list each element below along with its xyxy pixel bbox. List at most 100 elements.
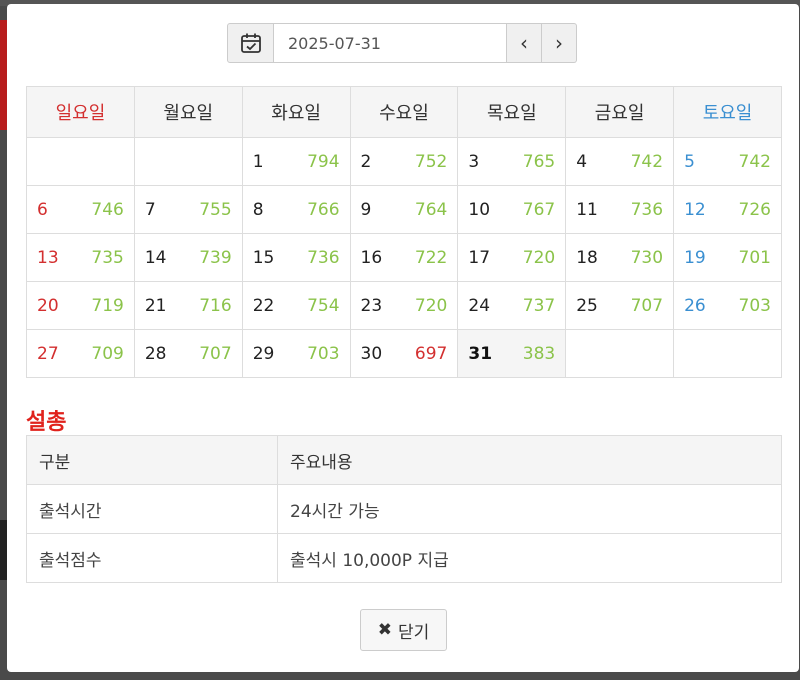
prev-month-button[interactable]: ‹ <box>507 23 542 63</box>
calendar-day-number: 8 <box>252 199 264 220</box>
calendar-week-row: 6 746 7 755 8 766 9 764 10 767 11 736 12 726 <box>26 185 782 234</box>
calendar-day-number: 12 <box>684 199 706 220</box>
close-x-icon: ✖ <box>377 620 392 640</box>
calendar-day-number: 25 <box>576 295 598 316</box>
attendance-count: 735 <box>91 247 124 268</box>
info-label-attendance-points: 출석점수 <box>26 533 278 583</box>
info-value-attendance-points: 출석시 10,000P 지급 <box>277 533 782 583</box>
calendar-body: 1 794 2 752 3 765 4 742 5 742 6 746 7 755 8 766 9 764 10 76… <box>26 137 782 378</box>
close-button[interactable]: ✖ 닫기 <box>360 609 447 651</box>
next-month-button[interactable]: › <box>542 23 577 63</box>
attendance-count: 730 <box>630 247 664 268</box>
attendance-count: 722 <box>414 247 448 268</box>
attendance-count: 754 <box>307 295 340 316</box>
calendar-day-cell: 3 765 <box>457 137 567 186</box>
calendar-week-row: 1 794 2 752 3 765 4 742 5 742 <box>26 137 782 186</box>
calendar-day-cell: 27 709 <box>26 329 135 378</box>
calendar-day-cell: 5 742 <box>673 137 782 186</box>
calendar-day-content: 17 720 <box>468 248 555 268</box>
calendar-day-content: 8 766 <box>253 200 340 220</box>
calendar-day-number: 17 <box>468 247 491 268</box>
calendar-day-cell: 24 737 <box>457 281 567 330</box>
calendar-week-row: 20 719 21 716 22 754 23 720 24 737 25 707 26 703 <box>26 281 782 330</box>
calendar-day-cell: 28 707 <box>133 329 243 378</box>
calendar-day-cell: 19 701 <box>673 233 782 282</box>
calendar-day-content: 10 767 <box>468 200 555 220</box>
attendance-count: 742 <box>738 151 771 172</box>
attendance-count: 755 <box>199 199 232 220</box>
weekday-saturday: 토요일 <box>673 86 782 138</box>
calendar-day-content: 25 707 <box>576 296 663 316</box>
calendar-day-cell: 11 736 <box>565 185 675 234</box>
attendance-count: 707 <box>630 295 664 316</box>
calendar-day-number: 26 <box>684 295 706 316</box>
date-input[interactable] <box>274 23 507 63</box>
calendar-day-content: 19 701 <box>684 248 771 268</box>
attendance-count: 697 <box>414 343 448 364</box>
chevron-right-icon: › <box>555 31 563 55</box>
table-row: 출석점수 출석시 10,000P 지급 <box>26 533 782 583</box>
attendance-count: 794 <box>307 151 340 172</box>
calendar-day-content: 29 703 <box>253 344 340 364</box>
calendar-day-number: 14 <box>144 247 167 268</box>
calendar-day-content: 12 726 <box>684 200 771 220</box>
calendar-button[interactable] <box>227 23 274 63</box>
calendar-day-number: 22 <box>252 295 275 316</box>
calendar-day-number: 13 <box>37 247 59 268</box>
calendar-day-cell: 7 755 <box>133 185 243 234</box>
attendance-count: 720 <box>522 247 556 268</box>
weekday-header-row: 일요일 월요일 화요일 수요일 목요일 금요일 토요일 <box>26 86 782 138</box>
calendar-day-cell: 12 726 <box>673 185 782 234</box>
calendar-day-cell: 10 767 <box>457 185 567 234</box>
calendar-day-number: 21 <box>144 295 167 316</box>
calendar-day-cell: 17 720 <box>457 233 567 282</box>
calendar-day-number: 19 <box>684 247 706 268</box>
attendance-count: 766 <box>307 199 340 220</box>
calendar-day-content: 28 707 <box>145 344 232 364</box>
attendance-count: 739 <box>199 247 232 268</box>
calendar-day-cell: 21 716 <box>133 281 243 330</box>
attendance-count: 737 <box>522 295 556 316</box>
calendar-day-number: 7 <box>144 199 156 220</box>
calendar-day-content: 23 720 <box>361 296 448 316</box>
calendar-day-content: 27 709 <box>37 344 124 364</box>
calendar-day-cell: 16 722 <box>349 233 459 282</box>
calendar-empty-cell <box>26 137 135 186</box>
calendar-day-cell: 4 742 <box>565 137 675 186</box>
attendance-count: 764 <box>414 199 448 220</box>
calendar-day-content: 30 697 <box>361 344 448 364</box>
calendar-day-cell: 22 754 <box>241 281 351 330</box>
attendance-count: 709 <box>91 343 124 364</box>
calendar-day-number: 1 <box>252 151 264 172</box>
calendar-day-content: 5 742 <box>684 152 771 172</box>
weekday-monday: 월요일 <box>133 86 243 138</box>
calendar-day-number: 29 <box>252 343 275 364</box>
attendance-count: 746 <box>91 199 124 220</box>
attendance-count: 703 <box>307 343 340 364</box>
calendar-day-content: 6 746 <box>37 200 124 220</box>
calendar-day-content: 21 716 <box>145 296 232 316</box>
attendance-modal: ‹ › 일요일 월요일 화요일 수요일 목요일 금요일 토요일 17942752… <box>7 4 799 672</box>
attendance-info-table: 구분 주요내용 출석시간 24시간 가능 출석점수 출석시 10,000P 지급 <box>26 435 782 583</box>
calendar-day-number: 10 <box>468 199 491 220</box>
calendar-day-number: 11 <box>576 199 598 220</box>
calendar-day-number: 15 <box>252 247 275 268</box>
calendar-day-content: 9 764 <box>361 200 448 220</box>
calendar-day-cell: 6 746 <box>26 185 135 234</box>
calendar-day-content: 7 755 <box>145 200 232 220</box>
calendar-day-number: 2 <box>360 151 372 172</box>
attendance-count: 719 <box>91 295 124 316</box>
calendar-day-cell: 26 703 <box>673 281 782 330</box>
attendance-count: 726 <box>738 199 771 220</box>
calendar-day-cell: 2 752 <box>349 137 459 186</box>
weekday-sunday: 일요일 <box>26 86 135 138</box>
calendar-day-cell: 15 736 <box>241 233 351 282</box>
attendance-count: 383 <box>522 343 556 364</box>
weekday-thursday: 목요일 <box>457 86 567 138</box>
calendar-day-number: 30 <box>360 343 383 364</box>
calendar-day-content: 11 736 <box>576 200 663 220</box>
weekday-friday: 금요일 <box>565 86 675 138</box>
calendar-week-row: 27 709 28 707 29 703 30 697 31 383 <box>26 329 782 378</box>
calendar-day-number: 5 <box>684 151 695 172</box>
close-button-label: 닫기 <box>397 622 430 643</box>
